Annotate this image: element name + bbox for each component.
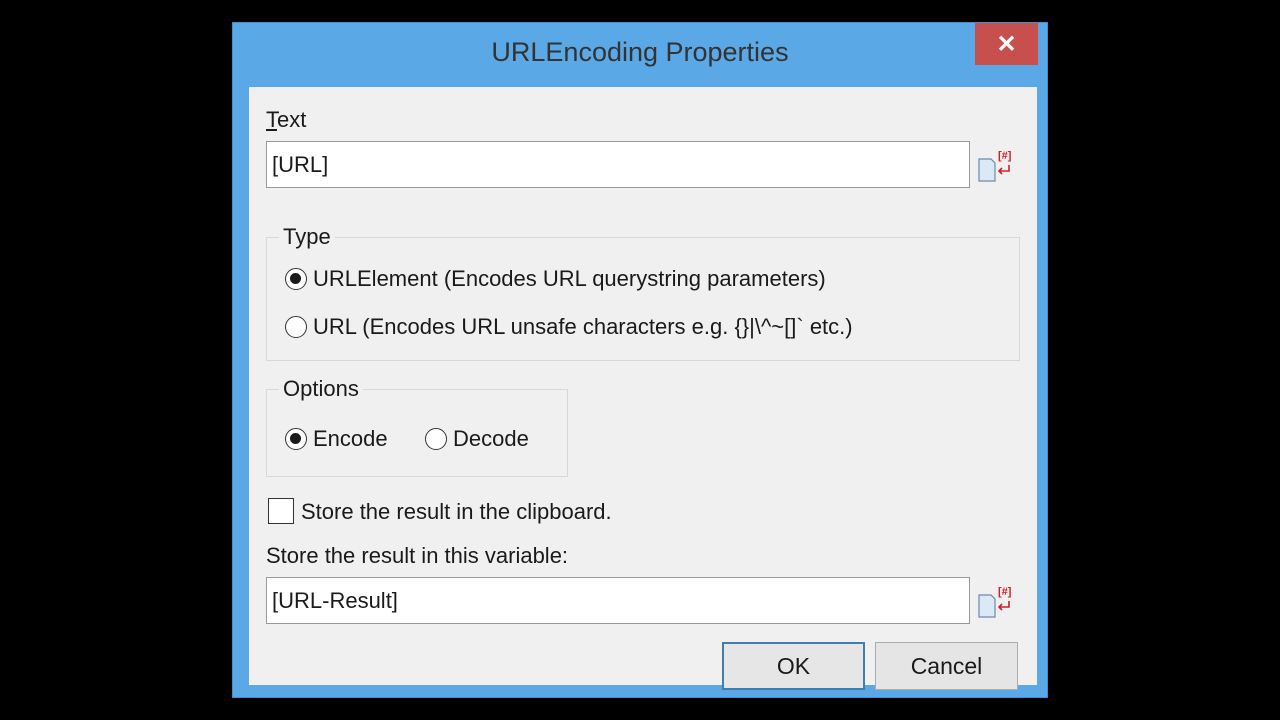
text-input[interactable]: [URL] <box>266 141 970 188</box>
options-group-title: Options <box>279 376 363 402</box>
clipboard-checkbox[interactable] <box>268 498 294 524</box>
close-button[interactable]: ✕ <box>975 23 1038 65</box>
text-label: Text <box>266 107 306 133</box>
svg-text:[#]: [#] <box>998 150 1012 162</box>
text-input-value: [URL] <box>272 151 329 177</box>
text-label-access-key: T <box>266 107 277 132</box>
result-variable-value: [URL-Result] <box>272 587 398 613</box>
close-icon: ✕ <box>996 30 1017 58</box>
option-decode-label: Decode <box>453 426 529 451</box>
type-option-url-label: URL (Encodes URL unsafe characters e.g. … <box>313 314 853 339</box>
dialog-client-area: Text [URL] [#] Type URLElement (Encodes … <box>249 87 1037 690</box>
radio-button[interactable] <box>285 316 307 338</box>
result-variable-input[interactable]: [URL-Result] <box>266 577 970 624</box>
type-option-url[interactable]: URL (Encodes URL unsafe characters e.g. … <box>285 314 853 340</box>
type-group: Type URLElement (Encodes URL querystring… <box>266 224 1020 361</box>
text-label-rest: ext <box>277 107 307 132</box>
clipboard-label[interactable]: Store the result in the clipboard. <box>301 499 612 525</box>
dialog-title: URLEncoding Properties <box>491 37 789 67</box>
ok-button[interactable]: OK <box>722 642 865 690</box>
type-group-title: Type <box>279 224 335 250</box>
radio-button-selected[interactable] <box>285 428 307 450</box>
options-group: Options Encode Decode <box>266 376 568 477</box>
svg-text:[#]: [#] <box>998 586 1012 598</box>
radio-button[interactable] <box>425 428 447 450</box>
insert-variable-icon[interactable]: [#] <box>975 145 1019 185</box>
dialog-window: URLEncoding Properties ✕ Text [URL] [#] … <box>232 22 1048 698</box>
result-variable-label: Store the result in this variable: <box>266 543 569 568</box>
type-option-urlelement[interactable]: URLElement (Encodes URL querystring para… <box>285 266 826 292</box>
cancel-button[interactable]: Cancel <box>875 642 1018 690</box>
radio-button-selected[interactable] <box>285 268 307 290</box>
option-encode-label: Encode <box>313 426 388 451</box>
type-option-urlelement-label: URLElement (Encodes URL querystring para… <box>313 266 826 291</box>
option-encode[interactable]: Encode <box>285 426 388 452</box>
insert-variable-icon[interactable]: [#] <box>975 581 1019 621</box>
option-decode[interactable]: Decode <box>425 426 529 452</box>
